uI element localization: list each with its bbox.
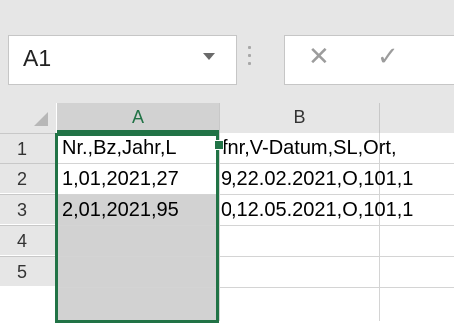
- column-header-a[interactable]: A: [57, 103, 219, 133]
- formula-bar-buttons: ✕ ✓: [284, 35, 454, 85]
- cell-a3-overflow: 0: [221, 199, 231, 221]
- row-header-5[interactable]: 5: [0, 256, 56, 286]
- column-header-b[interactable]: B: [219, 103, 379, 133]
- gridline: [57, 287, 454, 288]
- name-box[interactable]: A1: [8, 35, 237, 85]
- cell-a1[interactable]: Nr.,Bz,Jahr,L: [62, 133, 216, 163]
- separator-dots-icon[interactable]: [248, 46, 252, 70]
- select-all-triangle-icon[interactable]: [34, 112, 48, 126]
- cancel-icon[interactable]: ✕: [308, 42, 330, 72]
- fill-handle[interactable]: [214, 140, 224, 150]
- row-header-3[interactable]: 3: [0, 194, 56, 224]
- cell-b2[interactable]: ,22.02.2021,O,101,1: [231, 164, 454, 194]
- gridline: [57, 256, 454, 257]
- gridline: [219, 133, 220, 321]
- row-header-1[interactable]: 1: [0, 133, 56, 163]
- cell-a3[interactable]: 2,01,2021,95: [62, 195, 216, 225]
- cell-b1[interactable]: fnr,V-Datum,SL,Ort,: [222, 133, 454, 163]
- row-header-4[interactable]: 4: [0, 225, 56, 255]
- column-header-c[interactable]: [379, 103, 454, 133]
- cell-b3[interactable]: ,12.05.2021,O,101,1: [231, 195, 454, 225]
- name-box-value: A1: [23, 45, 52, 71]
- cell-a2[interactable]: 1,01,2021,27: [62, 164, 216, 194]
- row-header-2[interactable]: 2: [0, 163, 56, 193]
- check-icon[interactable]: ✓: [377, 42, 399, 72]
- chevron-down-icon[interactable]: [203, 53, 215, 60]
- gridline: [57, 225, 454, 226]
- cell-a2-overflow: 9: [221, 168, 231, 190]
